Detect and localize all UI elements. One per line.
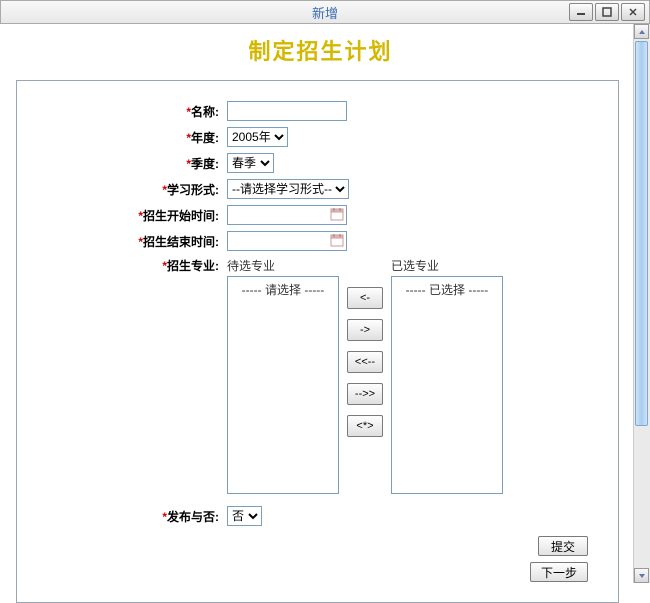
label-year: *年度: [37, 129, 227, 146]
publish-select[interactable]: 否 [227, 506, 262, 526]
selected-group: 已选专业 ----- 已选择 ----- [391, 257, 503, 494]
close-button[interactable] [621, 3, 645, 21]
add-button[interactable]: <- [347, 287, 383, 309]
title-bar: 新增 [0, 0, 650, 24]
row-end-date: *招生结束时间: [37, 231, 588, 251]
start-date-input[interactable] [227, 205, 347, 225]
study-mode-select[interactable]: --请选择学习形式-- [227, 179, 349, 199]
row-publish: *发布与否: 否 [37, 506, 588, 526]
window-controls [569, 3, 645, 21]
maximize-icon [602, 7, 612, 17]
label-name: *名称: [37, 103, 227, 120]
window-title: 新增 [1, 3, 649, 22]
maximize-button[interactable] [595, 3, 619, 21]
calendar-icon[interactable] [330, 233, 344, 247]
minimize-icon [576, 7, 586, 17]
available-header: 待选专业 [227, 257, 339, 274]
available-placeholder: ----- 请选择 ----- [230, 279, 336, 298]
dual-listbox: 待选专业 ----- 请选择 ----- <- -> <<-- -->> <*> [227, 257, 503, 494]
label-majors: *招生专业: [37, 257, 227, 274]
main-area: 制定招生计划 *名称: *年度: 2005年 *季度: [0, 24, 650, 583]
page-title: 制定招生计划 [16, 34, 625, 66]
label-quarter: *季度: [37, 155, 227, 172]
label-study-mode: *学习形式: [37, 181, 227, 198]
form-frame: *名称: *年度: 2005年 *季度: 春季 [16, 80, 619, 603]
scroll-thumb[interactable] [635, 41, 648, 426]
selected-listbox[interactable]: ----- 已选择 ----- [391, 276, 503, 494]
year-select[interactable]: 2005年 [227, 127, 288, 147]
label-end-date: *招生结束时间: [37, 233, 227, 250]
remove-button[interactable]: -> [347, 319, 383, 341]
selected-header: 已选专业 [391, 257, 503, 274]
selected-placeholder: ----- 已选择 ----- [394, 279, 500, 298]
quarter-select[interactable]: 春季 [227, 153, 274, 173]
scrollbar[interactable] [633, 24, 650, 583]
minimize-button[interactable] [569, 3, 593, 21]
chevron-up-icon [638, 29, 646, 35]
row-year: *年度: 2005年 [37, 127, 588, 147]
add-all-button[interactable]: <<-- [347, 351, 383, 373]
available-group: 待选专业 ----- 请选择 ----- [227, 257, 339, 494]
next-button[interactable]: 下一步 [530, 562, 588, 582]
transfer-buttons: <- -> <<-- -->> <*> [347, 257, 383, 494]
chevron-down-icon [638, 573, 646, 579]
row-name: *名称: [37, 101, 588, 121]
name-input[interactable] [227, 101, 347, 121]
label-publish: *发布与否: [37, 508, 227, 525]
submit-row: 提交 [37, 536, 588, 556]
remove-all-button[interactable]: -->> [347, 383, 383, 405]
close-icon [628, 7, 638, 17]
end-date-input[interactable] [227, 231, 347, 251]
row-start-date: *招生开始时间: [37, 205, 588, 225]
content-pane: 制定招生计划 *名称: *年度: 2005年 *季度: [0, 24, 633, 583]
row-quarter: *季度: 春季 [37, 153, 588, 173]
row-study-mode: *学习形式: --请选择学习形式-- [37, 179, 588, 199]
scroll-up-button[interactable] [634, 24, 649, 39]
submit-button[interactable]: 提交 [538, 536, 588, 556]
available-listbox[interactable]: ----- 请选择 ----- [227, 276, 339, 494]
next-row: 下一步 [37, 562, 588, 582]
row-majors: *招生专业: 待选专业 ----- 请选择 ----- <- -> <<-- [37, 257, 588, 494]
swap-button[interactable]: <*> [347, 415, 383, 437]
calendar-icon[interactable] [330, 207, 344, 221]
label-start-date: *招生开始时间: [37, 207, 227, 224]
scroll-down-button[interactable] [634, 568, 649, 583]
